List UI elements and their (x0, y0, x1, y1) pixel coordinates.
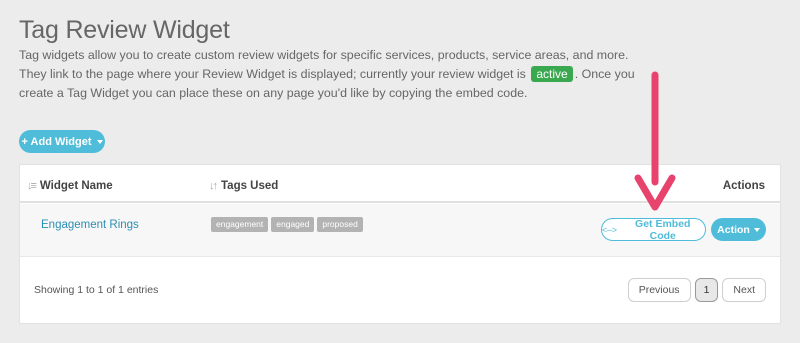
code-icon: <--> (602, 224, 617, 235)
pagination: Previous 1 Next (627, 278, 766, 302)
chevron-down-icon (96, 139, 103, 144)
status-badge: active (531, 66, 573, 82)
table-header: ↓≡ Widget Name ↓↑ Tags Used Actions (20, 165, 780, 203)
column-label-tags-used: Tags Used (221, 180, 279, 192)
action-label: Action (717, 223, 750, 236)
column-label-actions: Actions (722, 180, 765, 192)
column-header-widget-name[interactable]: ↓≡ Widget Name (27, 180, 113, 192)
chevron-down-icon (753, 227, 760, 232)
previous-page-button[interactable]: Previous (627, 278, 691, 302)
get-embed-code-label: Get Embed Code (635, 217, 691, 242)
tag-badge: engagement (211, 217, 269, 232)
page-title: Tag Review Widget (19, 16, 230, 44)
table-row: Engagement Rings engagement engaged prop… (20, 204, 780, 257)
page-description: Tag widgets allow you to create custom r… (19, 46, 659, 103)
table-info: Showing 1 to 1 of 1 entries (34, 284, 159, 296)
tag-list: engagement engaged proposed (211, 217, 363, 232)
widget-name-link[interactable]: Engagement Rings (41, 219, 139, 231)
action-dropdown-button[interactable]: Action (711, 218, 766, 241)
tag-badge: proposed (317, 217, 363, 232)
column-header-tags-used[interactable]: ↓↑ Tags Used (209, 180, 278, 192)
sort-icon: ↓↑ (209, 180, 218, 192)
next-page-button[interactable]: Next (722, 278, 766, 302)
tag-badge: engaged (271, 217, 315, 232)
add-widget-button[interactable]: + Add Widget (19, 130, 105, 153)
page-1-button[interactable]: 1 (694, 278, 719, 302)
sort-icon: ↓≡ (27, 180, 37, 192)
column-header-actions: Actions (723, 180, 765, 192)
widgets-table-panel: ↓≡ Widget Name ↓↑ Tags Used Actions Enga… (19, 164, 781, 324)
add-widget-label: + Add Widget (21, 135, 92, 148)
column-label-widget-name: Widget Name (39, 180, 113, 192)
get-embed-code-button[interactable]: <--> Get Embed Code (601, 217, 706, 242)
